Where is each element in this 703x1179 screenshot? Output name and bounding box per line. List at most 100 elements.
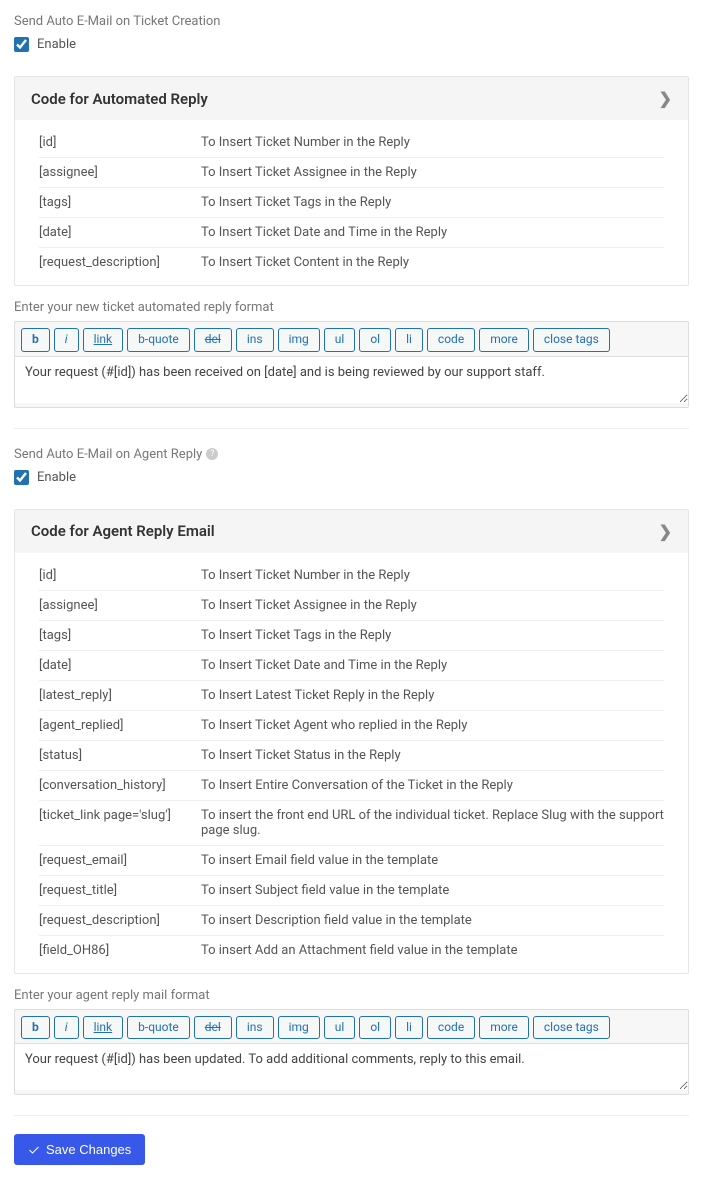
code-description: To Insert Ticket Content in the Reply bbox=[201, 248, 664, 278]
code-description: To Insert Ticket Tags in the Reply bbox=[201, 188, 664, 218]
automated-reply-code-panel: Code for Automated Reply ❯ [id]To Insert… bbox=[14, 76, 689, 286]
save-button-label: Save Changes bbox=[46, 1142, 131, 1157]
agent-reply-format-label: Enter your agent reply mail format bbox=[14, 988, 689, 1003]
toolbar-more-button[interactable]: more bbox=[479, 1016, 529, 1040]
table-row: [conversation_history]To Insert Entire C… bbox=[39, 770, 664, 800]
agent-reply-panel-header[interactable]: Code for Agent Reply Email ❯ bbox=[15, 510, 688, 553]
code-token: [request_title] bbox=[39, 875, 201, 905]
toolbar-italic-button[interactable]: i bbox=[54, 328, 79, 352]
table-row: [request_description]To insert Descripti… bbox=[39, 905, 664, 935]
table-row: [assignee]To Insert Ticket Assignee in t… bbox=[39, 158, 664, 188]
table-row: [request_email]To insert Email field val… bbox=[39, 845, 664, 875]
code-token: [date] bbox=[39, 650, 201, 680]
code-token: [latest_reply] bbox=[39, 680, 201, 710]
code-description: To Insert Ticket Date and Time in the Re… bbox=[201, 218, 664, 248]
toolbar-more-button[interactable]: more bbox=[479, 328, 529, 352]
table-row: [request_description]To Insert Ticket Co… bbox=[39, 248, 664, 278]
toolbar-ins-button[interactable]: ins bbox=[236, 1016, 274, 1040]
table-row: [tags]To Insert Ticket Tags in the Reply bbox=[39, 188, 664, 218]
section-divider bbox=[14, 428, 689, 429]
toolbar-code-button[interactable]: code bbox=[427, 1016, 475, 1040]
code-description: To insert Email field value in the templ… bbox=[201, 845, 664, 875]
agent-reply-textarea[interactable] bbox=[15, 1043, 688, 1090]
code-token: [assignee] bbox=[39, 590, 201, 620]
code-token: [ticket_link page='slug'] bbox=[39, 800, 201, 845]
toolbar-ul-button[interactable]: ul bbox=[324, 328, 356, 352]
table-row: [date]To Insert Ticket Date and Time in … bbox=[39, 218, 664, 248]
toolbar-link-button[interactable]: link bbox=[83, 328, 124, 352]
toolbar-bold-button[interactable]: b bbox=[21, 1016, 50, 1040]
code-description: To Insert Ticket Number in the Reply bbox=[201, 128, 664, 158]
code-description: To Insert Ticket Number in the Reply bbox=[201, 561, 664, 591]
toolbar-code-button[interactable]: code bbox=[427, 328, 475, 352]
table-row: [assignee]To Insert Ticket Assignee in t… bbox=[39, 590, 664, 620]
code-token: [status] bbox=[39, 740, 201, 770]
table-row: [request_title]To insert Subject field v… bbox=[39, 875, 664, 905]
automated-reply-panel-title: Code for Automated Reply bbox=[31, 90, 208, 108]
code-description: To Insert Ticket Assignee in the Reply bbox=[201, 158, 664, 188]
table-row: [date]To Insert Ticket Date and Time in … bbox=[39, 650, 664, 680]
table-row: [agent_replied]To Insert Ticket Agent wh… bbox=[39, 710, 664, 740]
code-token: [request_email] bbox=[39, 845, 201, 875]
toolbar-ins-button[interactable]: ins bbox=[236, 328, 274, 352]
toolbar-li-button[interactable]: li bbox=[395, 1016, 423, 1040]
toolbar-del-button[interactable]: del bbox=[194, 1016, 232, 1040]
toolbar-close-tags-button[interactable]: close tags bbox=[533, 328, 610, 352]
code-description: To Insert Ticket Date and Time in the Re… bbox=[201, 650, 664, 680]
code-token: [request_description] bbox=[39, 905, 201, 935]
toolbar-ul-button[interactable]: ul bbox=[324, 1016, 356, 1040]
agent-reply-codes-table: [id]To Insert Ticket Number in the Reply… bbox=[39, 561, 664, 965]
automated-reply-panel-header[interactable]: Code for Automated Reply ❯ bbox=[15, 77, 688, 120]
code-description: To Insert Latest Ticket Reply in the Rep… bbox=[201, 680, 664, 710]
toolbar-ol-button[interactable]: ol bbox=[359, 328, 391, 352]
code-token: [date] bbox=[39, 218, 201, 248]
agent-reply-enable-checkbox[interactable] bbox=[14, 470, 29, 485]
toolbar-li-button[interactable]: li bbox=[395, 328, 423, 352]
chevron-right-icon: ❯ bbox=[659, 89, 672, 108]
code-description: To insert Add an Attachment field value … bbox=[201, 935, 664, 965]
code-token: [agent_replied] bbox=[39, 710, 201, 740]
code-token: [tags] bbox=[39, 188, 201, 218]
checkmark-icon bbox=[28, 1144, 40, 1156]
code-description: To insert Subject field value in the tem… bbox=[201, 875, 664, 905]
agent-reply-enable-label: Enable bbox=[37, 470, 76, 485]
toolbar-del-button[interactable]: del bbox=[194, 328, 232, 352]
toolbar-close-tags-button[interactable]: close tags bbox=[533, 1016, 610, 1040]
help-icon[interactable]: ? bbox=[206, 448, 218, 460]
code-token: [conversation_history] bbox=[39, 770, 201, 800]
toolbar-img-button[interactable]: img bbox=[278, 328, 320, 352]
auto-email-agent-reply-label: Send Auto E-Mail on Agent Reply ? bbox=[14, 447, 689, 462]
auto-reply-enable-checkbox[interactable] bbox=[14, 37, 29, 52]
code-token: [field_OH86] bbox=[39, 935, 201, 965]
table-row: [ticket_link page='slug']To insert the f… bbox=[39, 800, 664, 845]
toolbar-link-button[interactable]: link bbox=[83, 1016, 124, 1040]
table-row: [latest_reply]To Insert Latest Ticket Re… bbox=[39, 680, 664, 710]
automated-reply-codes-table: [id]To Insert Ticket Number in the Reply… bbox=[39, 128, 664, 277]
code-token: [id] bbox=[39, 128, 201, 158]
code-description: To Insert Ticket Assignee in the Reply bbox=[201, 590, 664, 620]
code-description: To Insert Entire Conversation of the Tic… bbox=[201, 770, 664, 800]
toolbar-bquote-button[interactable]: b-quote bbox=[127, 1016, 190, 1040]
code-description: To insert Description field value in the… bbox=[201, 905, 664, 935]
agent-reply-panel-title: Code for Agent Reply Email bbox=[31, 522, 215, 540]
table-row: [status]To Insert Ticket Status in the R… bbox=[39, 740, 664, 770]
code-token: [id] bbox=[39, 561, 201, 591]
code-description: To insert the front end URL of the indiv… bbox=[201, 800, 664, 845]
code-token: [tags] bbox=[39, 620, 201, 650]
save-changes-button[interactable]: Save Changes bbox=[14, 1134, 145, 1165]
auto-reply-toolbar: b i link b-quote del ins img ul ol li co… bbox=[15, 322, 688, 356]
table-row: [field_OH86]To insert Add an Attachment … bbox=[39, 935, 664, 965]
toolbar-img-button[interactable]: img bbox=[278, 1016, 320, 1040]
code-token: [assignee] bbox=[39, 158, 201, 188]
toolbar-italic-button[interactable]: i bbox=[54, 1016, 79, 1040]
auto-reply-editor: b i link b-quote del ins img ul ol li co… bbox=[14, 321, 689, 408]
agent-reply-title-text: Send Auto E-Mail on Agent Reply bbox=[14, 447, 202, 462]
table-row: [id]To Insert Ticket Number in the Reply bbox=[39, 561, 664, 591]
toolbar-bold-button[interactable]: b bbox=[21, 328, 50, 352]
code-token: [request_description] bbox=[39, 248, 201, 278]
toolbar-bquote-button[interactable]: b-quote bbox=[127, 328, 190, 352]
toolbar-ol-button[interactable]: ol bbox=[359, 1016, 391, 1040]
section-divider bbox=[14, 1115, 689, 1116]
auto-reply-textarea[interactable] bbox=[15, 356, 688, 403]
table-row: [tags]To Insert Ticket Tags in the Reply bbox=[39, 620, 664, 650]
